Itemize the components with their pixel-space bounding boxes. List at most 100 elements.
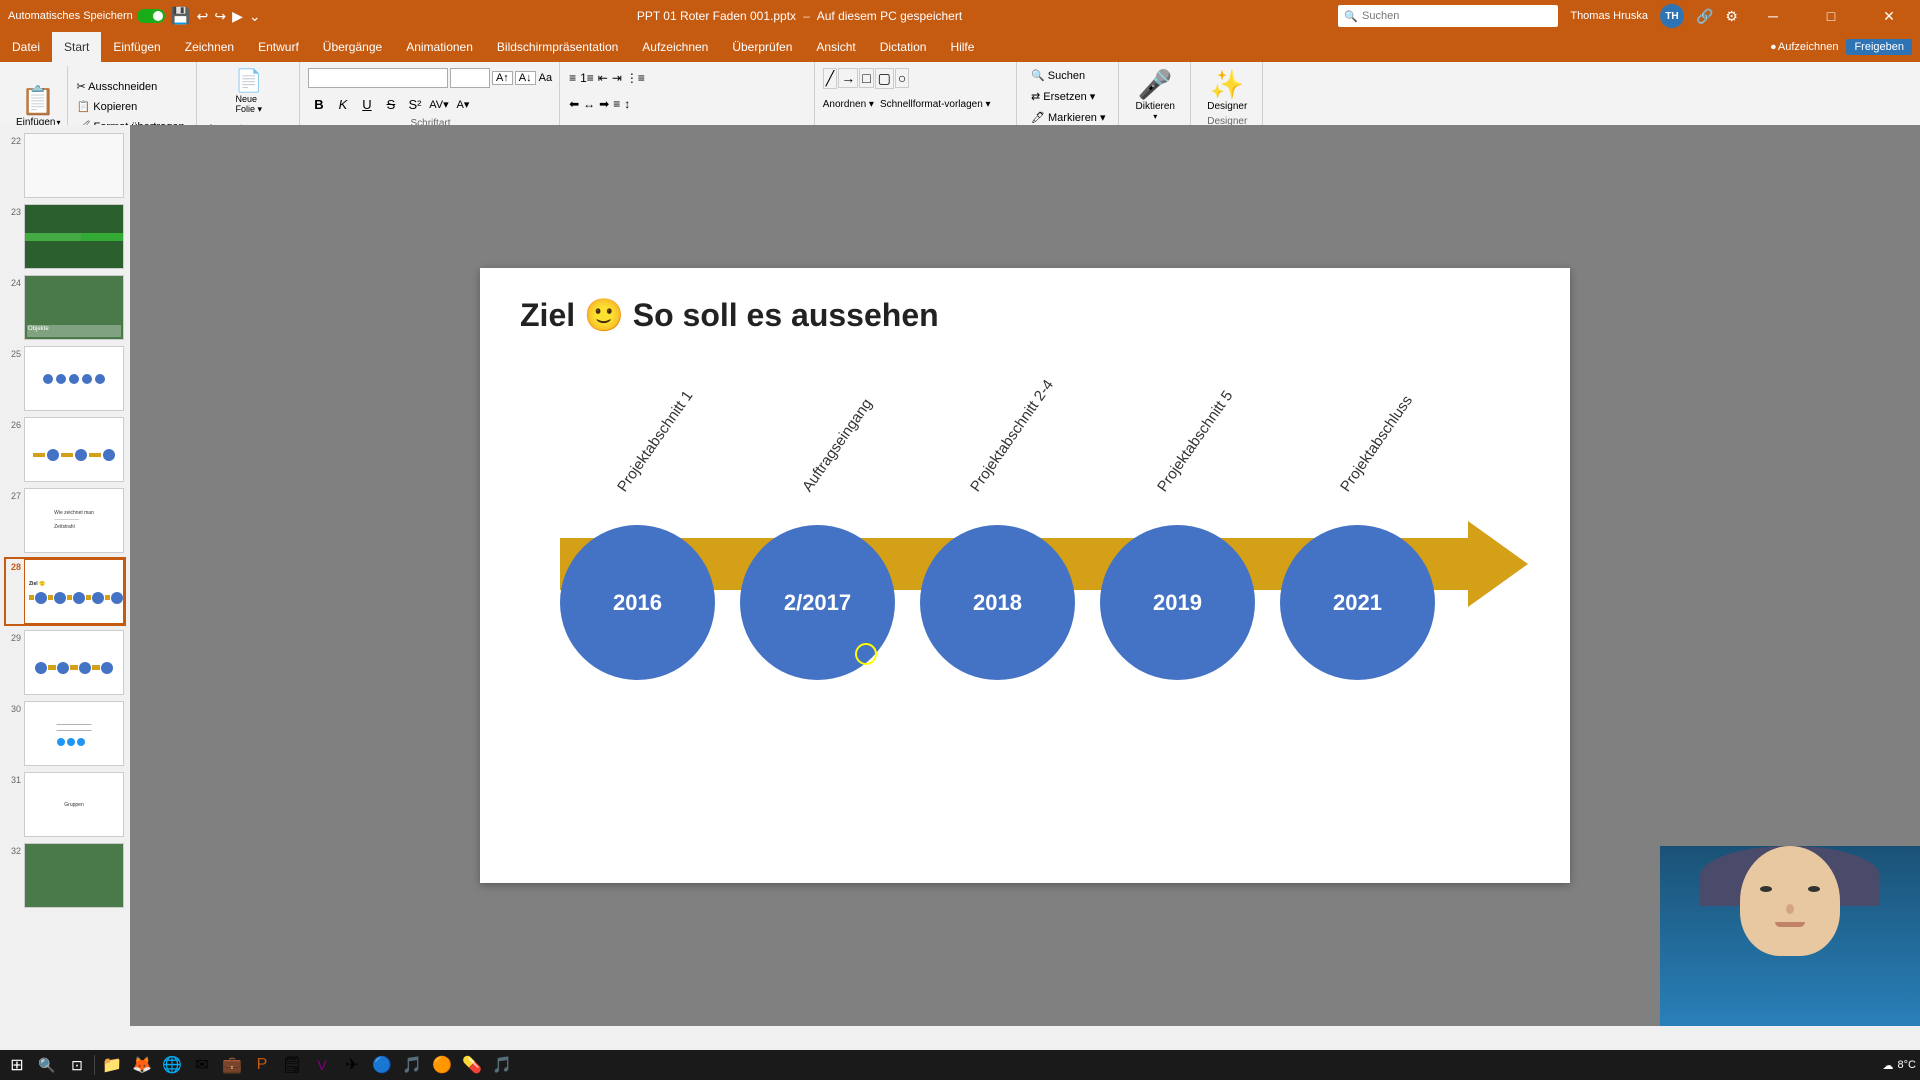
align-center-button[interactable]: ↔ xyxy=(582,96,596,112)
slide-thumb-27[interactable]: 27 Wie zeichnet man ————— Zeitstrahl xyxy=(4,486,126,555)
explorer-button[interactable]: 📁 xyxy=(99,1052,125,1078)
file-name: PPT 01 Roter Faden 001.pptx xyxy=(637,9,796,23)
font-size-selector[interactable] xyxy=(450,68,490,88)
circle-2018: 2018 xyxy=(920,525,1075,680)
user-avatar[interactable]: TH xyxy=(1660,4,1684,28)
app5-button[interactable]: 🎵 xyxy=(489,1052,515,1078)
justify-button[interactable]: ≡ xyxy=(612,96,621,112)
tab-uebergaenge[interactable]: Übergänge xyxy=(311,32,394,62)
search-button[interactable]: 🔍 xyxy=(34,1052,60,1078)
slide-thumb-31[interactable]: 31 Gruppen xyxy=(4,770,126,839)
char-spacing-button[interactable]: AV▾ xyxy=(428,97,450,112)
clear-format-button[interactable]: Aa xyxy=(538,71,553,85)
teams-button[interactable]: 💼 xyxy=(219,1052,245,1078)
timeline-label-1: Projektabschnitt 1 xyxy=(614,388,696,495)
telegram-button[interactable]: ✈ xyxy=(339,1052,365,1078)
increase-font-button[interactable]: A↑ xyxy=(492,71,513,85)
tab-ueberpruefen[interactable]: Überprüfen xyxy=(720,32,804,62)
share-icon[interactable]: 🔗 xyxy=(1696,8,1713,25)
shape-circle-icon[interactable]: ○ xyxy=(895,68,909,88)
toolbar-save-icon[interactable]: 💾 xyxy=(171,6,191,26)
search-input[interactable] xyxy=(1362,10,1542,22)
tab-animationen[interactable]: Animationen xyxy=(394,32,485,62)
underline-button[interactable]: U xyxy=(356,96,378,113)
designer-button[interactable]: ✨ Designer xyxy=(1201,66,1253,114)
tab-hilfe[interactable]: Hilfe xyxy=(938,32,986,62)
ersetzen-button[interactable]: ⇄ Ersetzen ▾ xyxy=(1026,87,1100,106)
toolbar-redo-icon[interactable]: ↪ xyxy=(214,8,226,25)
decrease-indent-button[interactable]: ⇤ xyxy=(597,70,609,86)
tab-start[interactable]: Start xyxy=(52,32,101,62)
align-left-button[interactable]: ⬅ xyxy=(568,96,580,112)
freigeben-button[interactable]: Freigeben xyxy=(1846,39,1912,55)
suchen-button[interactable]: 🔍 Suchen xyxy=(1026,66,1090,85)
tab-bildschirmpraesentation[interactable]: Bildschirmpräsentation xyxy=(485,32,630,62)
app4-button[interactable]: 💊 xyxy=(459,1052,485,1078)
mail-button[interactable]: ✉ xyxy=(189,1052,215,1078)
settings-icon[interactable]: ⚙ xyxy=(1725,8,1738,25)
shape-arrow-icon[interactable]: → xyxy=(838,68,858,88)
italic-button[interactable]: K xyxy=(332,96,354,113)
schnellformatvorlagen-button[interactable]: Schnellformat-vorlagen ▾ xyxy=(880,99,991,110)
aufzeichnen-button[interactable]: ⏺ Aufzeichnen xyxy=(1771,41,1839,53)
font-selector[interactable] xyxy=(308,68,448,88)
tab-dictation[interactable]: Dictation xyxy=(868,32,939,62)
tab-aufzeichnen[interactable]: Aufzeichnen xyxy=(630,32,720,62)
ausschneiden-button[interactable]: ✂ Ausschneiden xyxy=(72,77,190,96)
music-button[interactable]: 🎵 xyxy=(399,1052,425,1078)
start-button[interactable]: ⊞ xyxy=(4,1052,30,1078)
slide-thumb-32[interactable]: 32 xyxy=(4,841,126,910)
slide-thumb-29[interactable]: 29 xyxy=(4,628,126,697)
maximize-button[interactable]: □ xyxy=(1808,0,1854,32)
tab-einfuegen[interactable]: Einfügen xyxy=(101,32,172,62)
app1-button[interactable]: V xyxy=(309,1052,335,1078)
increase-indent-button[interactable]: ⇥ xyxy=(611,70,623,86)
diktieren-button[interactable]: 🎤 Diktieren ▾ xyxy=(1130,66,1181,123)
bold-button[interactable]: B xyxy=(308,96,330,113)
slide-thumb-22[interactable]: 22 xyxy=(4,131,126,200)
slide-thumb-24[interactable]: 24 Objekte xyxy=(4,273,126,342)
decrease-font-button[interactable]: A↓ xyxy=(515,71,536,85)
slide-thumb-26[interactable]: 26 xyxy=(4,415,126,484)
anordnen-button[interactable]: Anordnen ▾ xyxy=(823,99,874,110)
onenote-button[interactable]: 🗒 xyxy=(279,1052,305,1078)
toolbar-present-icon[interactable]: ▶ xyxy=(232,8,243,25)
minimize-button[interactable]: ─ xyxy=(1750,0,1796,32)
app3-button[interactable]: 🟠 xyxy=(429,1052,455,1078)
tab-entwurf[interactable]: Entwurf xyxy=(246,32,311,62)
taskview-button[interactable]: ⊡ xyxy=(64,1052,90,1078)
titlebar: Automatisches Speichern 💾 ↩ ↪ ▶ ⌄ PPT 01… xyxy=(0,0,1920,32)
shadow-button[interactable]: S² xyxy=(404,96,426,113)
slide-thumb-28[interactable]: 28 Ziel 🙂 xyxy=(4,557,126,626)
neue-folie-button[interactable]: 📄 Neue Folie ▾ xyxy=(233,66,264,117)
autosave-toggle[interactable]: Automatisches Speichern xyxy=(8,9,165,23)
close-button[interactable]: ✕ xyxy=(1866,0,1912,32)
shape-round-rect-icon[interactable]: ▢ xyxy=(875,68,894,89)
numbered-list-button[interactable]: 1≡ xyxy=(579,70,595,86)
slide-thumb-30[interactable]: 30 ——————— ——————— xyxy=(4,699,126,768)
firefox-button[interactable]: 🦊 xyxy=(129,1052,155,1078)
slide-thumb-25[interactable]: 25 xyxy=(4,344,126,413)
chrome-button[interactable]: 🌐 xyxy=(159,1052,185,1078)
app2-button[interactable]: 🔵 xyxy=(369,1052,395,1078)
powerpoint-button[interactable]: P xyxy=(249,1052,275,1078)
kopieren-button[interactable]: 📋 Kopieren xyxy=(72,97,190,116)
font-color-button[interactable]: A▾ xyxy=(452,97,474,112)
list-button[interactable]: ≡ xyxy=(568,70,577,86)
shape-rect-icon[interactable]: □ xyxy=(859,68,873,88)
strikethrough-button[interactable]: S xyxy=(380,96,402,113)
columns-button[interactable]: ⋮≡ xyxy=(625,70,646,86)
align-right-button[interactable]: ➡ xyxy=(598,96,610,112)
tab-ansicht[interactable]: Ansicht xyxy=(804,32,867,62)
autosave-switch[interactable] xyxy=(137,9,165,23)
line-spacing-button[interactable]: ↕ xyxy=(623,96,631,112)
titlebar-left: Automatisches Speichern 💾 ↩ ↪ ▶ ⌄ xyxy=(8,6,261,26)
search-bar[interactable]: 🔍 xyxy=(1338,5,1558,27)
tab-zeichnen[interactable]: Zeichnen xyxy=(173,32,246,62)
tab-datei[interactable]: Datei xyxy=(0,32,52,62)
slide-thumb-23[interactable]: 23 xyxy=(4,202,126,271)
toolbar-undo-icon[interactable]: ↩ xyxy=(197,8,209,25)
shape-line-icon[interactable]: ╱ xyxy=(823,68,837,89)
toolbar-more-icon[interactable]: ⌄ xyxy=(249,8,261,25)
slide-canvas[interactable]: Ziel 🙂 So soll es aussehen Projektabschn… xyxy=(480,268,1570,883)
